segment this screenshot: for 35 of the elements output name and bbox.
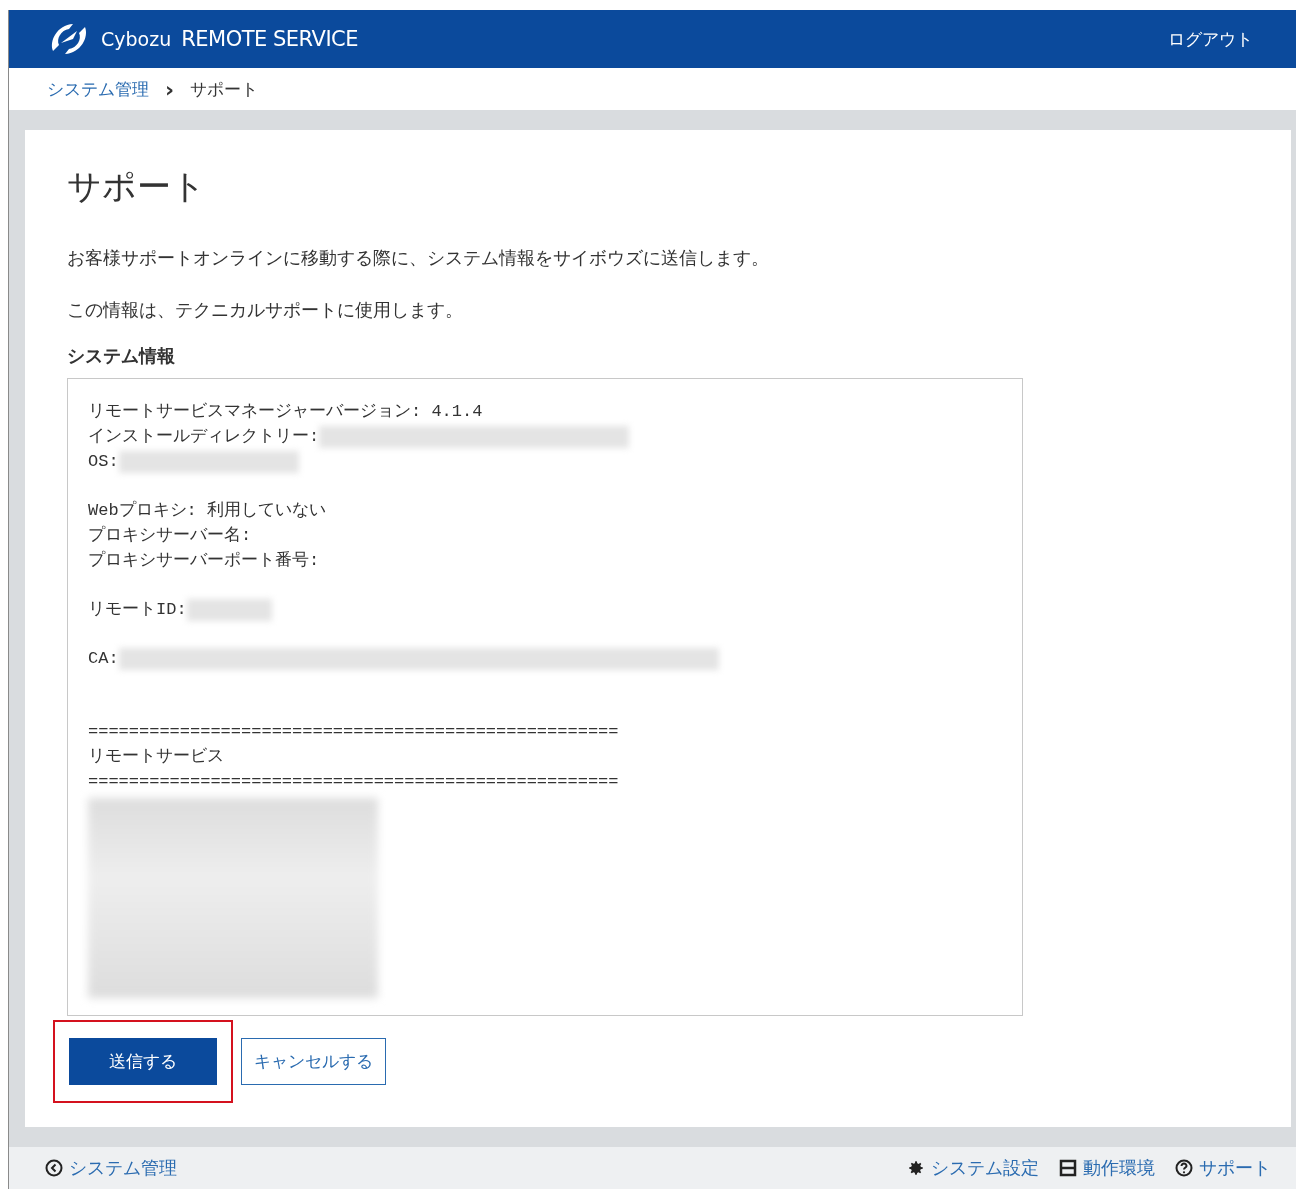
- footer-link-text[interactable]: サポート: [1199, 1156, 1271, 1180]
- footer-link[interactable]: 動作環境: [1059, 1156, 1155, 1180]
- footer-link[interactable]: サポート: [1175, 1156, 1271, 1180]
- send-button[interactable]: 送信する: [69, 1038, 217, 1085]
- breadcrumb-separator: ›: [165, 76, 175, 102]
- footer-link[interactable]: システム設定: [907, 1156, 1039, 1180]
- back-link-text[interactable]: システム管理: [69, 1156, 177, 1180]
- back-link[interactable]: システム管理: [45, 1156, 177, 1180]
- info-line: プロキシサーバーポート番号:: [88, 549, 320, 572]
- footer-link-text[interactable]: システム設定: [931, 1156, 1039, 1180]
- logo-text: Cybozu: [101, 28, 172, 50]
- info-line: Webプロキシ: 利用していない: [88, 499, 326, 522]
- info-label: インストールディレクトリー:: [88, 426, 320, 448]
- description-text: お客様サポートオンラインに移動する際に、システム情報をサイボウズに送信します。: [67, 246, 770, 270]
- info-label: リモートID:: [88, 599, 187, 621]
- info-line: プロキシサーバー名:: [88, 524, 252, 547]
- breadcrumb-current: サポート: [190, 77, 259, 101]
- breadcrumb-link[interactable]: システム管理: [47, 77, 149, 101]
- back-icon: [45, 1159, 63, 1177]
- help-icon: [1175, 1159, 1193, 1177]
- section-heading: システム情報: [67, 344, 176, 368]
- info-line: ====================================================: [88, 771, 619, 793]
- page-title: サポート: [67, 165, 207, 208]
- cancel-button[interactable]: キャンセルする: [241, 1038, 386, 1085]
- panel-icon: [1059, 1159, 1077, 1177]
- product-name: REMOTE SERVICE: [181, 27, 359, 51]
- info-line: リモートサービス: [88, 746, 224, 768]
- info-line: ====================================================: [88, 721, 619, 743]
- info-label: CA:: [88, 648, 119, 670]
- footer-link-text[interactable]: 動作環境: [1083, 1156, 1155, 1180]
- gear-icon: [907, 1159, 925, 1177]
- logout-link[interactable]: ログアウト: [1168, 27, 1253, 51]
- info-label: OS:: [88, 451, 119, 473]
- description-text: この情報は、テクニカルサポートに使用します。: [67, 298, 464, 322]
- info-line: リモートサービスマネージャーバージョン: 4.1.4: [88, 401, 483, 423]
